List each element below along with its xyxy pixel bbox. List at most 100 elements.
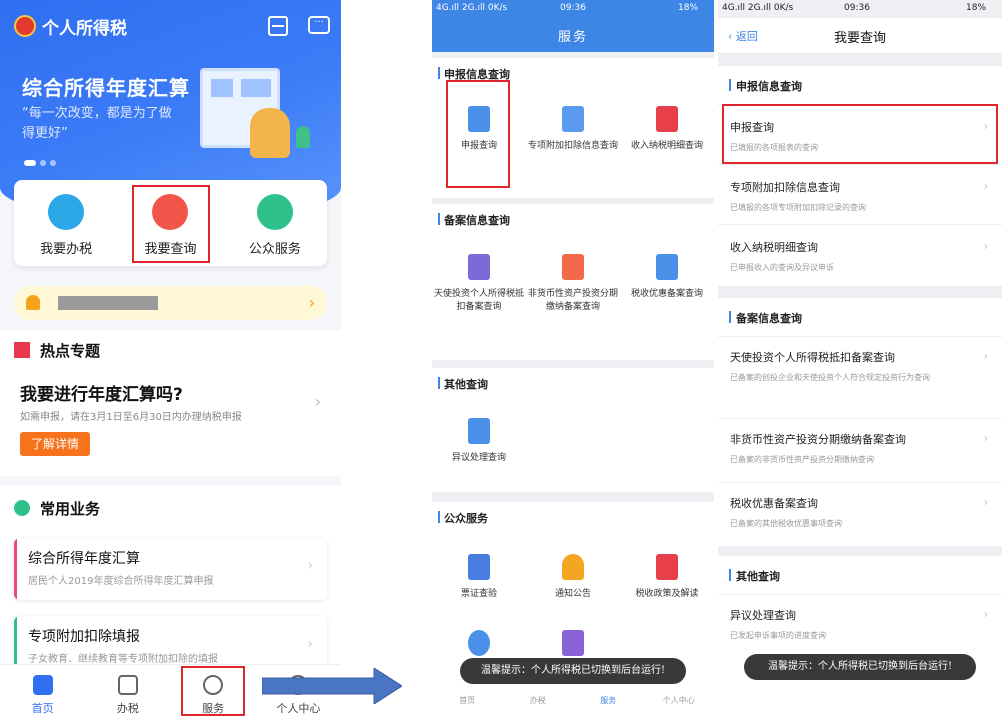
row-title: 非货币性资产投资分期缴纳备案查询 [730,433,906,446]
pen-icon [48,194,85,230]
emblem-icon [14,15,36,37]
battery-text: 18% [678,3,699,13]
quick-public-service[interactable]: 公众服务 [223,180,327,266]
row-subtitle: 已申报收入的查询及异议申诉 [730,263,834,272]
hot-topics-section: 热点专题 我要进行年度汇算吗? 如需申报，请在3月1日至6月30日内办理纳税申报… [0,330,341,476]
user-search-icon [468,254,490,280]
chevron-right-icon[interactable]: › [315,392,321,411]
app-title: 个人所得税 [42,18,127,39]
item-deduction-query[interactable]: 专项附加扣除信息查询 [526,106,620,153]
hot-description: 如需申报，请在3月1日至6月30日内办理纳税申报 [20,412,242,423]
chevron-right-icon: › [983,239,988,253]
section-title: 其他查询 [438,377,488,391]
clover-icon [14,500,30,516]
chevron-right-icon: › [983,179,988,193]
item-label: 票证查验 [460,589,497,599]
section-other-query: 其他查询 异议处理查询 [432,368,714,492]
ticket-icon [468,554,490,580]
document-icon [468,418,490,444]
item-label: 非货币性资产投资分期缴纳备案查询 [527,289,618,312]
chevron-right-icon: › [983,431,988,445]
arrow-right-icon [262,668,402,704]
group-filing: 备案信息查询 天使投资个人所得税抵扣备案查询 已备案的创投企业和天使投资个人符合… [718,298,1002,546]
policy-doc-icon [656,554,678,580]
group-title: 备案信息查询 [729,311,802,325]
query-screen: 4G.ıll 2G.ıll 0K/s 09:36 18% ‹ 返回 我要查询 申… [718,0,1002,708]
card-subtitle: 居民个人2019年度综合所得年度汇算申报 [28,576,214,587]
item-nonmonetary-query[interactable]: 非货币性资产投资分期缴纳备案查询 [526,254,620,314]
chevron-right-icon: › [983,495,988,509]
row-subtitle: 已备案的其他税收优惠事项查询 [730,519,842,528]
carousel-dots[interactable] [24,160,56,166]
group-title: 申报信息查询 [729,79,802,93]
chevron-right-icon: › [983,607,988,621]
clock-doc-icon [562,254,584,280]
card-accent [14,538,17,600]
tab-tax[interactable]: 办税 [85,665,170,719]
toast-message: 温馨提示：个人所得税已切换到后台运行! [744,654,976,680]
carousel-dot[interactable] [50,160,56,166]
common-business-section: 常用业务 综合所得年度汇算 居民个人2019年度综合所得年度汇算申报 › 专项附… [0,486,341,678]
person-illustration [250,108,290,158]
item-policy[interactable]: 税收政策及解读 [620,554,714,601]
section-title: 公众服务 [438,511,488,525]
highlight-box [446,80,510,188]
clock: 09:36 [844,3,870,13]
row-title: 税收优惠备案查询 [730,497,818,510]
page-title: 我要查询 [833,31,886,46]
masked-text [58,296,158,310]
row-title: 异议处理查询 [730,609,796,622]
item-announcement[interactable]: 通知公告 [526,554,620,601]
hot-headline[interactable]: 我要进行年度汇算吗? [20,380,183,405]
item-label: 收入纳税明细查询 [630,141,703,151]
scan-icon[interactable] [268,16,288,36]
quick-label: 我要办税 [40,242,93,257]
row-preference-query[interactable]: 税收优惠备案查询 已备案的其他税收优惠事项查询 › [718,482,1002,544]
signal-text: 4G.ıll 2G.ıll 0K/s [436,3,508,13]
group-declaration: 申报信息查询 申报查询 已填报的各项报表的查询 › 专项附加扣除信息查询 已填报… [718,66,1002,286]
bell-icon [26,295,40,310]
row-objection-query[interactable]: 异议处理查询 已发起申诉事项的进度查询 › [718,594,1002,654]
business-card[interactable]: 综合所得年度汇算 居民个人2019年度综合所得年度汇算申报 › [14,538,327,600]
row-deduction-query[interactable]: 专项附加扣除信息查询 已填报的各项专项附加扣除记录的查询 › [718,164,1002,224]
row-angel-query[interactable]: 天使投资个人所得税抵扣备案查询 已备案的创投企业和天使投资个人符合规定投资行为查… [718,336,1002,418]
toast-message: 温馨提示：个人所得税已切换到后台运行! [460,658,686,684]
question-icon [562,630,584,656]
yen-shield-icon [656,106,678,132]
item-angel-query[interactable]: 天使投资个人所得税抵扣备案查询 [432,254,526,314]
quick-tax-filing[interactable]: 我要办税 [14,180,118,266]
tab-label: 首页 [31,702,54,715]
home-screen: 个人所得税 ··· 综合所得年度汇算 “每一次改变，都是为了做得更好” 我要办税… [0,0,341,719]
highlight-box [181,666,245,716]
carousel-dot[interactable] [40,160,46,166]
item-label: 异议处理查询 [451,453,506,463]
highlight-box [722,104,998,164]
item-label: 专项附加扣除信息查询 [527,141,618,151]
tab-label: 办税 [116,702,139,715]
section-title: 常用业务 [40,500,101,518]
item-preference-query[interactable]: 税收优惠备案查询 [620,254,714,301]
row-subtitle: 已备案的非货币性资产投资分期缴纳查询 [730,455,874,464]
row-subtitle: 已发起申诉事项的进度查询 [730,631,826,640]
compass-icon [468,630,490,656]
tab-home[interactable]: 首页 [0,665,85,719]
item-objection-query[interactable]: 异议处理查询 [432,418,526,465]
details-button[interactable]: 了解详情 [20,432,90,456]
carousel-dot[interactable] [24,160,36,166]
section-title: 备案信息查询 [438,213,510,227]
home-icon [32,675,53,695]
item-income-query[interactable]: 收入纳税明细查询 [620,106,714,153]
chevron-right-icon: › [308,293,315,312]
document-icon [117,675,138,695]
row-income-query[interactable]: 收入纳税明细查询 已申报收入的查询及异议申诉 › [718,224,1002,284]
card-subtitle: 子女教育、继续教育等专项附加扣除的填报 [28,654,218,665]
chevron-right-icon: › [983,349,988,363]
signal-text: 4G.ıll 2G.ıll 0K/s [722,3,794,13]
message-icon[interactable]: ··· [308,16,330,34]
item-ticket-check[interactable]: 票证查验 [432,554,526,601]
clock: 09:36 [560,3,586,13]
row-nonmonetary-query[interactable]: 非货币性资产投资分期缴纳备案查询 已备案的非货币性资产投资分期缴纳查询 › [718,418,1002,482]
notice-bar[interactable]: › [14,286,327,320]
section-filing-query: 备案信息查询 天使投资个人所得税抵扣备案查询 非货币性资产投资分期缴纳备案查询 … [432,204,714,360]
item-label: 天使投资个人所得税抵扣备案查询 [433,289,524,312]
